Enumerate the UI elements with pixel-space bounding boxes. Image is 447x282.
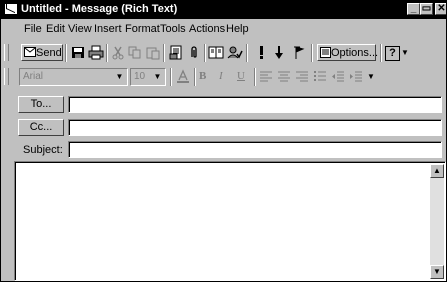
menu-bar: File Edit View Insert Format Tools Actio… xyxy=(1,21,446,38)
font-color-icon[interactable] xyxy=(175,69,191,84)
envelope-icon xyxy=(5,4,17,14)
importance-low-icon[interactable] xyxy=(271,45,287,60)
cc-button[interactable]: Cc... xyxy=(18,119,64,136)
menu-edit[interactable]: Edit xyxy=(46,23,65,35)
toolbar-separator xyxy=(380,44,382,62)
menu-view[interactable]: View xyxy=(68,23,92,35)
title-bar[interactable]: Untitled - Message (Rich Text) _ ▭ ✕ xyxy=(1,1,446,19)
chevron-down-icon[interactable]: ▼ xyxy=(367,68,375,85)
insert-file-icon[interactable] xyxy=(168,45,184,60)
toolbar-separator xyxy=(246,44,248,62)
decrease-indent-icon[interactable] xyxy=(330,69,346,84)
options-button[interactable]: Options... xyxy=(317,44,378,61)
toolbar-separator xyxy=(65,44,67,62)
vertical-scrollbar[interactable]: ▲ ▼ xyxy=(430,164,444,279)
toolbar-separator xyxy=(204,44,206,62)
toolbar-separator xyxy=(163,44,165,62)
font-combo[interactable]: Arial ▼ xyxy=(19,68,128,86)
chevron-down-icon[interactable]: ▼ xyxy=(151,70,164,84)
increase-indent-icon[interactable] xyxy=(348,69,364,84)
to-button[interactable]: To... xyxy=(18,96,64,113)
toolbar-separator xyxy=(170,68,172,86)
cc-field[interactable] xyxy=(68,119,442,136)
menu-help[interactable]: Help xyxy=(226,23,249,35)
chevron-down-icon[interactable]: ▼ xyxy=(401,44,409,61)
menu-tools[interactable]: Tools xyxy=(160,23,186,35)
subject-field[interactable] xyxy=(68,141,442,158)
align-center-icon[interactable] xyxy=(276,69,292,84)
font-size-combo[interactable]: 10 ▼ xyxy=(130,68,166,86)
address-book-icon[interactable] xyxy=(208,45,224,60)
menu-format[interactable]: Format xyxy=(125,23,160,35)
italic-button[interactable]: I xyxy=(219,68,223,85)
help-icon[interactable]: ? xyxy=(385,46,400,61)
formatting-toolbar: Arial ▼ 10 ▼ B I U ▼ xyxy=(1,65,446,89)
align-right-icon[interactable] xyxy=(294,69,310,84)
toolbar-grip[interactable] xyxy=(4,68,9,85)
send-icon xyxy=(24,47,36,57)
scroll-up-icon[interactable]: ▲ xyxy=(430,164,444,178)
print-icon[interactable] xyxy=(88,45,104,60)
window-title: Untitled - Message (Rich Text) xyxy=(21,3,178,15)
importance-high-icon[interactable] xyxy=(253,45,269,60)
scroll-down-icon[interactable]: ▼ xyxy=(430,265,444,279)
to-field[interactable] xyxy=(68,96,442,113)
check-names-icon[interactable] xyxy=(227,45,243,60)
minimize-button[interactable]: _ xyxy=(407,3,420,15)
cut-icon[interactable] xyxy=(110,45,126,60)
flag-icon[interactable] xyxy=(291,45,307,60)
paste-icon[interactable] xyxy=(145,45,161,60)
copy-icon[interactable] xyxy=(127,45,143,60)
message-window: Untitled - Message (Rich Text) _ ▭ ✕ Fil… xyxy=(0,0,447,282)
subject-label: Subject: xyxy=(23,144,63,156)
menu-insert[interactable]: Insert xyxy=(94,23,122,35)
save-icon[interactable] xyxy=(70,45,86,60)
message-body[interactable]: ▲ ▼ xyxy=(14,161,446,281)
bold-button[interactable]: B xyxy=(199,68,206,85)
underline-button[interactable]: U xyxy=(237,68,245,85)
toolbar-separator xyxy=(194,68,196,86)
restore-button[interactable]: ▭ xyxy=(420,3,433,15)
close-button[interactable]: ✕ xyxy=(435,3,446,15)
paperclip-icon[interactable] xyxy=(186,45,202,60)
menu-file[interactable]: File xyxy=(24,23,42,35)
toolbar-separator xyxy=(311,44,313,62)
standard-toolbar: Send Options... ? ▼ xyxy=(1,41,446,65)
align-left-icon[interactable] xyxy=(258,69,274,84)
options-icon xyxy=(320,47,331,58)
send-button[interactable]: Send xyxy=(21,44,63,61)
bullets-icon[interactable] xyxy=(312,69,328,84)
chevron-down-icon[interactable]: ▼ xyxy=(113,70,126,84)
toolbar-grip[interactable] xyxy=(4,44,9,61)
toolbar-separator xyxy=(254,68,256,86)
menu-actions[interactable]: Actions xyxy=(189,23,225,35)
toolbar-separator xyxy=(106,44,108,62)
